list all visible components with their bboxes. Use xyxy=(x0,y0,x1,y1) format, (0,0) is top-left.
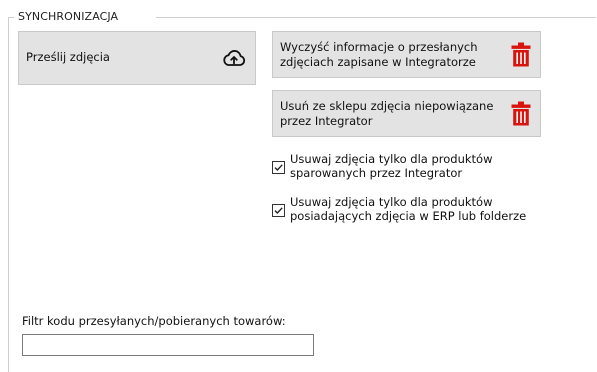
clear-sent-photos-info-button[interactable]: Wyczyść informacje o przesłanych zdjęcia… xyxy=(272,31,541,78)
paired-products-label: Usuwaj zdjęcia tylko dla produktów sparo… xyxy=(290,152,493,180)
products-with-photos-label: Usuwaj zdjęcia tylko dla produktów posia… xyxy=(290,195,527,223)
cloud-upload-icon xyxy=(222,49,246,69)
remove-unlinked-photos-label: Usuń ze sklepu zdjęcia niepowiązane prze… xyxy=(280,99,494,128)
product-code-filter-label: Filtr kodu przesyłanych/pobieranych towa… xyxy=(22,314,286,328)
product-code-filter-input[interactable] xyxy=(22,334,314,356)
remove-unlinked-photos-button[interactable]: Usuń ze sklepu zdjęcia niepowiązane prze… xyxy=(272,90,541,137)
send-photos-label: Prześlij zdjęcia xyxy=(26,50,110,64)
synchronization-panel: SYNCHRONIZACJA Prześlij zdjęcia Wyczyść … xyxy=(0,0,597,372)
trash-icon xyxy=(511,101,531,127)
paired-products-checkbox[interactable] xyxy=(272,161,285,174)
send-photos-button[interactable]: Prześlij zdjęcia xyxy=(18,31,256,85)
group-border-top-right xyxy=(156,17,596,18)
group-title: SYNCHRONIZACJA xyxy=(18,10,119,23)
products-with-photos-checkbox[interactable] xyxy=(272,204,285,217)
trash-icon xyxy=(511,42,531,68)
group-border-left xyxy=(8,17,9,372)
clear-sent-photos-info-label: Wyczyść informacje o przesłanych zdjęcia… xyxy=(280,40,478,69)
